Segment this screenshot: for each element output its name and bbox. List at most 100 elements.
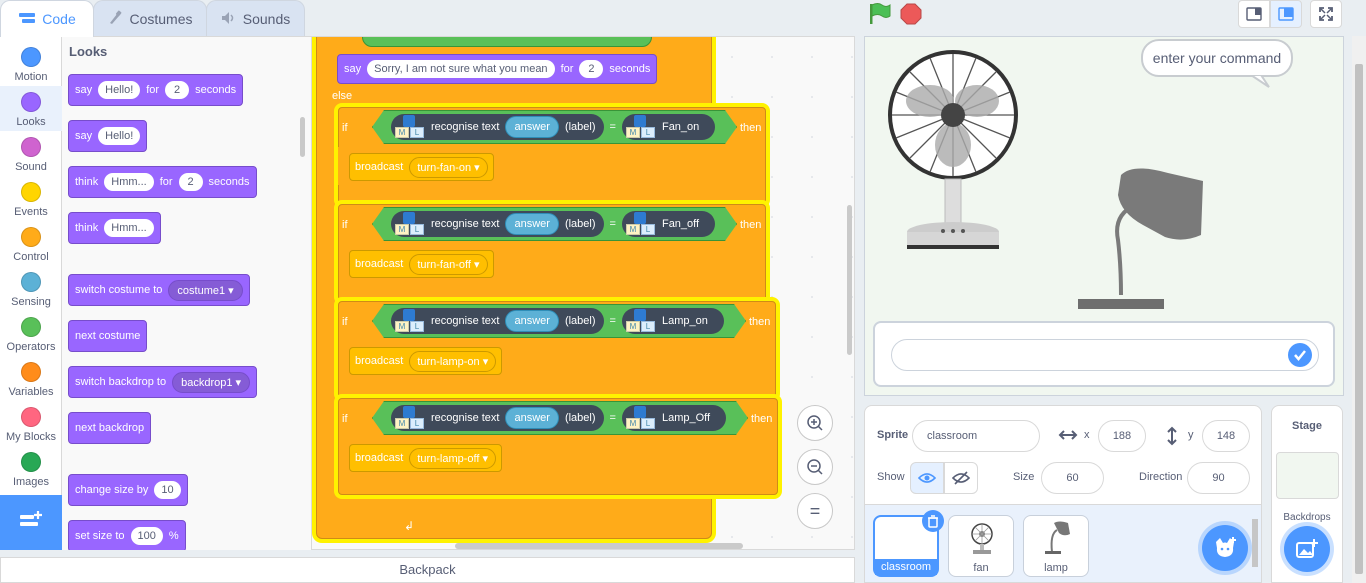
equals-condition[interactable]: ML recognise text answer (label) = ML La…	[372, 401, 748, 435]
block-input[interactable]: Hello!	[98, 81, 141, 99]
zoom-in-button[interactable]	[797, 405, 833, 441]
script-vertical-scrollbar[interactable]	[847, 205, 852, 355]
message-dropdown[interactable]: turn-fan-on ▾	[409, 156, 488, 178]
category-control[interactable]: Control	[0, 221, 62, 266]
submit-answer-button[interactable]	[1288, 343, 1312, 367]
fan-sprite[interactable]	[885, 49, 1025, 254]
add-extension-button[interactable]	[0, 495, 62, 550]
x-input[interactable]: 188	[1098, 420, 1146, 452]
broadcast-block[interactable]: broadcast turn-fan-on ▾	[349, 153, 494, 181]
backdrop-thumbnail[interactable]	[1276, 452, 1339, 499]
block-input[interactable]: 2	[178, 173, 203, 191]
direction-input[interactable]: 90	[1187, 462, 1250, 494]
message-dropdown[interactable]: turn-lamp-off ▾	[409, 447, 497, 469]
lamp-sprite[interactable]	[1073, 165, 1213, 313]
broadcast-block[interactable]: broadcast turn-lamp-off ▾	[349, 444, 503, 472]
block-say[interactable]: say Hello!	[68, 120, 148, 152]
block-set-size[interactable]: set size to 100 %	[68, 520, 186, 550]
delete-sprite-button[interactable]	[922, 510, 944, 532]
block-next-backdrop[interactable]: next backdrop	[68, 412, 152, 444]
block-text: recognise text	[431, 412, 500, 424]
block-input[interactable]: Hello!	[98, 127, 141, 145]
block-say-for-seconds[interactable]: say Sorry, I am not sure what you mean f…	[337, 54, 658, 84]
green-flag-button[interactable]	[866, 2, 892, 31]
block-input[interactable]: 2	[579, 60, 604, 78]
stage-target-panel[interactable]: Stage Backdrops	[1271, 405, 1343, 583]
category-events[interactable]: Events	[0, 176, 62, 221]
category-motion[interactable]: Motion	[0, 41, 62, 86]
answer-reporter[interactable]: answer	[505, 310, 558, 332]
category-looks[interactable]: Looks	[0, 86, 62, 131]
block-switch-backdrop[interactable]: switch backdrop to backdrop1 ▾	[68, 366, 258, 398]
class-label-reporter[interactable]: ML Lamp_Off	[622, 405, 726, 431]
zoom-reset-icon: =	[809, 500, 821, 521]
class-label-reporter[interactable]: ML Lamp_on	[622, 308, 724, 334]
costume-dropdown[interactable]: costume1 ▾	[168, 279, 243, 301]
script-area[interactable]: say Sorry, I am not sure what you mean f…	[311, 36, 855, 550]
zoom-out-button[interactable]	[797, 449, 833, 485]
answer-reporter[interactable]: answer	[505, 407, 558, 429]
category-variables[interactable]: Variables	[0, 356, 62, 401]
equals-condition[interactable]: ML recognise text answer (label) = ML La…	[372, 304, 746, 338]
category-label: Events	[14, 206, 48, 218]
block-next-costume[interactable]: next costume	[68, 320, 148, 352]
ask-input[interactable]	[891, 339, 1319, 371]
fullscreen-button[interactable]	[1310, 0, 1342, 28]
block-input[interactable]: Hmm...	[104, 219, 154, 237]
sprite-thumb-fan[interactable]: fan	[948, 515, 1014, 577]
block-say-for-seconds[interactable]: say Hello! for 2 seconds	[68, 74, 244, 106]
size-input[interactable]: 60	[1041, 462, 1104, 494]
stage[interactable]: enter your command	[864, 36, 1344, 396]
add-sprite-button[interactable]	[1202, 525, 1248, 571]
stop-button[interactable]	[900, 3, 922, 30]
broadcast-block[interactable]: broadcast turn-lamp-on ▾	[349, 347, 503, 375]
answer-reporter[interactable]: answer	[505, 116, 558, 138]
tab-code[interactable]: Code	[0, 0, 94, 37]
large-stage-button[interactable]	[1270, 0, 1302, 28]
block-input[interactable]: 10	[154, 481, 181, 499]
equals-condition[interactable]: ML recognise text answer (label) = ML Fa…	[372, 110, 737, 144]
recognise-text-reporter[interactable]: ML recognise text answer (label)	[391, 405, 604, 431]
block-input[interactable]: Hmm...	[104, 173, 154, 191]
answer-reporter[interactable]: answer	[505, 213, 558, 235]
category-images[interactable]: Images	[0, 446, 62, 491]
add-backdrop-button[interactable]	[1284, 526, 1330, 572]
small-stage-button[interactable]	[1238, 0, 1270, 28]
block-switch-costume[interactable]: switch costume to costume1 ▾	[68, 274, 250, 306]
category-sound[interactable]: Sound	[0, 131, 62, 176]
palette-scrollbar[interactable]	[300, 117, 305, 157]
recognise-text-reporter[interactable]: ML recognise text answer (label)	[391, 211, 604, 237]
backdrop-dropdown[interactable]: backdrop1 ▾	[172, 371, 251, 393]
broadcast-block[interactable]: broadcast turn-fan-off ▾	[349, 250, 494, 278]
block-think[interactable]: think Hmm...	[68, 212, 161, 244]
category-label: Operators	[6, 341, 56, 353]
equals-condition[interactable]: ML recognise text answer (label) = ML Fa…	[372, 207, 737, 241]
category-operators[interactable]: Operators	[0, 311, 62, 356]
block-change-size[interactable]: change size by 10	[68, 474, 188, 506]
class-label-reporter[interactable]: ML Fan_off	[622, 211, 715, 237]
script-horizontal-scrollbar[interactable]	[455, 543, 743, 549]
recognise-text-reporter[interactable]: ML recognise text answer (label)	[391, 308, 604, 334]
message-dropdown[interactable]: turn-lamp-on ▾	[409, 350, 497, 372]
message-dropdown[interactable]: turn-fan-off ▾	[409, 253, 488, 275]
hide-sprite-button[interactable]	[944, 462, 978, 494]
backpack[interactable]: Backpack	[0, 557, 855, 583]
block-input[interactable]: Sorry, I am not sure what you mean	[367, 60, 555, 78]
sprite-name-input[interactable]: classroom	[912, 420, 1040, 452]
category-sensing[interactable]: Sensing	[0, 266, 62, 311]
block-input[interactable]: 2	[165, 81, 190, 99]
page-scrollbar[interactable]	[1352, 36, 1366, 583]
sprite-thumb-lamp[interactable]: lamp	[1023, 515, 1089, 577]
y-input[interactable]: 148	[1202, 420, 1250, 452]
tab-sounds[interactable]: Sounds	[206, 0, 305, 37]
dropdown-value: costume1	[177, 284, 226, 297]
category-my-blocks[interactable]: My Blocks	[0, 401, 62, 446]
sprite-list-scrollbar[interactable]	[1251, 509, 1259, 579]
class-label-reporter[interactable]: ML Fan_on	[622, 114, 715, 140]
recognise-text-reporter[interactable]: ML recognise text answer (label)	[391, 114, 604, 140]
tab-costumes[interactable]: Costumes	[93, 0, 207, 37]
block-think-for-seconds[interactable]: think Hmm... for 2 seconds	[68, 166, 257, 198]
zoom-reset-button[interactable]: =	[797, 493, 833, 529]
block-input[interactable]: 100	[130, 527, 163, 545]
show-sprite-button[interactable]	[910, 462, 944, 494]
